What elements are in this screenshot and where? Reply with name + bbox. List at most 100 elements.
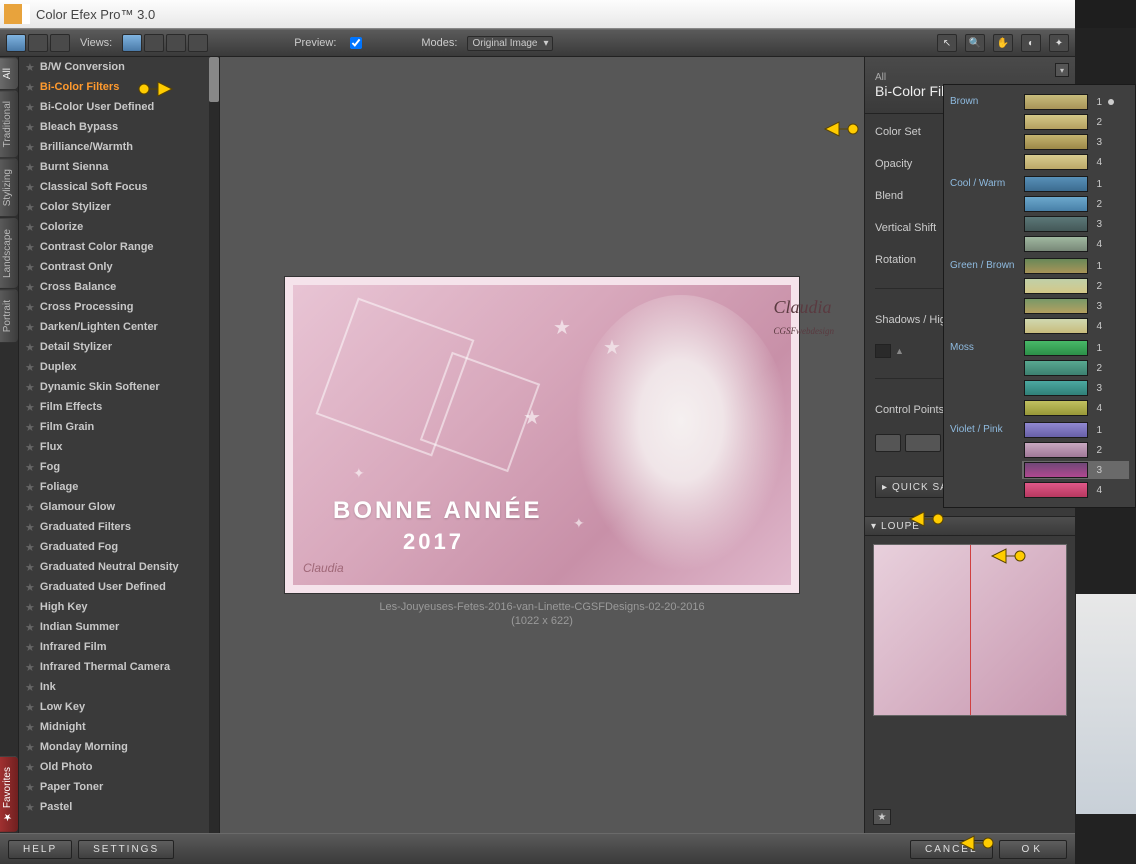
favorite-star-icon[interactable]: ★ (25, 101, 35, 114)
favorite-star-icon[interactable]: ★ (25, 521, 35, 534)
bg-tool-icon[interactable]: ◐ (1021, 34, 1041, 52)
filter-item[interactable]: ★Contrast Color Range (19, 237, 219, 257)
colorset-option[interactable]: 2 (1022, 441, 1129, 459)
filter-item[interactable]: ★High Key (19, 597, 219, 617)
colorset-option[interactable]: 2 (1022, 195, 1129, 213)
scrollbar[interactable] (209, 57, 219, 833)
favorite-star-icon[interactable]: ★ (25, 241, 35, 254)
filter-item[interactable]: ★Pastel (19, 797, 219, 817)
filter-item[interactable]: ★Infrared Film (19, 637, 219, 657)
modes-select[interactable]: Original Image (467, 36, 552, 51)
colorset-option[interactable]: 2 (1022, 277, 1129, 295)
category-tab-favorites[interactable]: ★ Favorites (0, 756, 18, 832)
help-button[interactable]: HELP (8, 840, 72, 859)
filter-item[interactable]: ★Ink (19, 677, 219, 697)
filter-item[interactable]: ★Burnt Sienna (19, 157, 219, 177)
colorset-option[interactable]: 3 (1022, 461, 1129, 479)
filter-item[interactable]: ★Dynamic Skin Softener (19, 377, 219, 397)
favorite-star-icon[interactable]: ★ (25, 121, 35, 134)
view-split-button[interactable] (28, 34, 48, 52)
filter-item[interactable]: ★Old Photo (19, 757, 219, 777)
favorite-star-icon[interactable]: ★ (25, 701, 35, 714)
zoom-tool-icon[interactable]: 🔍 (965, 34, 985, 52)
filter-item[interactable]: ★Graduated Filters (19, 517, 219, 537)
colorset-option[interactable]: 4 (1022, 399, 1129, 417)
filter-item[interactable]: ★Graduated User Defined (19, 577, 219, 597)
category-tab-portrait[interactable]: Portrait (0, 289, 18, 342)
favorite-star-icon[interactable]: ★ (25, 781, 35, 794)
favorite-star-icon[interactable]: ★ (25, 441, 35, 454)
layout-2-button[interactable] (144, 34, 164, 52)
colorset-option[interactable]: 1 (1022, 93, 1129, 111)
filter-item[interactable]: ★Classical Soft Focus (19, 177, 219, 197)
ok-button[interactable]: OK (999, 840, 1067, 859)
filter-item[interactable]: ★Indian Summer (19, 617, 219, 637)
filter-item[interactable]: ★Paper Toner (19, 777, 219, 797)
filter-item[interactable]: ★Film Grain (19, 417, 219, 437)
favorite-star-icon[interactable]: ★ (25, 361, 35, 374)
filter-item[interactable]: ★Foliage (19, 477, 219, 497)
colorset-option[interactable]: 3 (1022, 297, 1129, 315)
view-single-button[interactable] (6, 34, 26, 52)
favorite-star-icon[interactable]: ★ (25, 201, 35, 214)
filter-list[interactable]: ★B/W Conversion★Bi-Color Filters★Bi-Colo… (19, 57, 220, 833)
favorite-star-icon[interactable]: ★ (25, 321, 35, 334)
filter-item[interactable]: ★Low Key (19, 697, 219, 717)
filter-item[interactable]: ★Cross Processing (19, 297, 219, 317)
add-control-point-button[interactable] (875, 434, 901, 452)
filter-item[interactable]: ★Darken/Lighten Center (19, 317, 219, 337)
filter-item[interactable]: ★Detail Stylizer (19, 337, 219, 357)
favorite-star-icon[interactable]: ★ (25, 401, 35, 414)
filter-item[interactable]: ★Contrast Only (19, 257, 219, 277)
colorset-option[interactable]: 3 (1022, 215, 1129, 233)
filter-item[interactable]: ★Graduated Neutral Density (19, 557, 219, 577)
favorite-star-icon[interactable]: ★ (25, 601, 35, 614)
favorite-star-icon[interactable]: ★ (25, 561, 35, 574)
favorite-star-icon[interactable]: ★ (25, 501, 35, 514)
preview-checkbox[interactable] (350, 37, 362, 49)
layout-1-button[interactable] (122, 34, 142, 52)
favorite-star-icon[interactable]: ★ (25, 761, 35, 774)
filter-item[interactable]: ★Infrared Thermal Camera (19, 657, 219, 677)
colorset-option[interactable]: 1 (1022, 339, 1129, 357)
loupe-header[interactable]: LOUPE (865, 516, 1075, 536)
category-tab-stylizing[interactable]: Stylizing (0, 158, 18, 216)
filter-item[interactable]: ★Colorize (19, 217, 219, 237)
favorite-star-icon[interactable]: ★ (25, 161, 35, 174)
favorite-star-icon[interactable]: ★ (25, 181, 35, 194)
remove-control-point-button[interactable] (905, 434, 941, 452)
filter-item[interactable]: ★Cross Balance (19, 277, 219, 297)
panel-menu-button[interactable]: ▾ (1055, 63, 1069, 77)
filter-item[interactable]: ★Bleach Bypass (19, 117, 219, 137)
favorite-star-icon[interactable]: ★ (25, 81, 35, 94)
filter-item[interactable]: ★Midnight (19, 717, 219, 737)
colorset-option[interactable]: 1 (1022, 175, 1129, 193)
filter-item[interactable]: ★B/W Conversion (19, 57, 219, 77)
scrollbar-thumb[interactable] (209, 57, 219, 102)
colorset-dropdown[interactable]: Brown1234Cool / Warm1234Green / Brown123… (943, 84, 1136, 508)
favorite-star-icon[interactable]: ★ (25, 741, 35, 754)
colorset-option[interactable]: 1 (1022, 421, 1129, 439)
favorite-star-icon[interactable]: ★ (25, 301, 35, 314)
colorset-option[interactable]: 1 (1022, 257, 1129, 275)
favorite-star-icon[interactable]: ★ (25, 581, 35, 594)
favorite-star-icon[interactable]: ★ (25, 661, 35, 674)
cancel-button[interactable]: CANCEL (910, 840, 993, 859)
filter-item[interactable]: ★Flux (19, 437, 219, 457)
favorite-star-icon[interactable]: ★ (25, 221, 35, 234)
colorset-option[interactable]: 4 (1022, 153, 1129, 171)
favorite-star-icon[interactable]: ★ (25, 261, 35, 274)
favorite-star-icon[interactable]: ★ (25, 141, 35, 154)
preview-canvas[interactable]: ★ ★ ★ ✦ ✦ BONNE ANNÉE 2017 Claudia (285, 277, 799, 593)
colorset-option[interactable]: 4 (1022, 317, 1129, 335)
category-tab-landscape[interactable]: Landscape (0, 218, 18, 288)
colorset-option[interactable]: 2 (1022, 359, 1129, 377)
filter-item[interactable]: ★Color Stylizer (19, 197, 219, 217)
category-tab-traditional[interactable]: Traditional (0, 90, 18, 157)
filter-item[interactable]: ★Glamour Glow (19, 497, 219, 517)
favorite-star-icon[interactable]: ★ (25, 381, 35, 394)
colorset-option[interactable]: 3 (1022, 379, 1129, 397)
colorset-option[interactable]: 4 (1022, 235, 1129, 253)
view-side-button[interactable] (50, 34, 70, 52)
pointer-tool-icon[interactable]: ↖ (937, 34, 957, 52)
